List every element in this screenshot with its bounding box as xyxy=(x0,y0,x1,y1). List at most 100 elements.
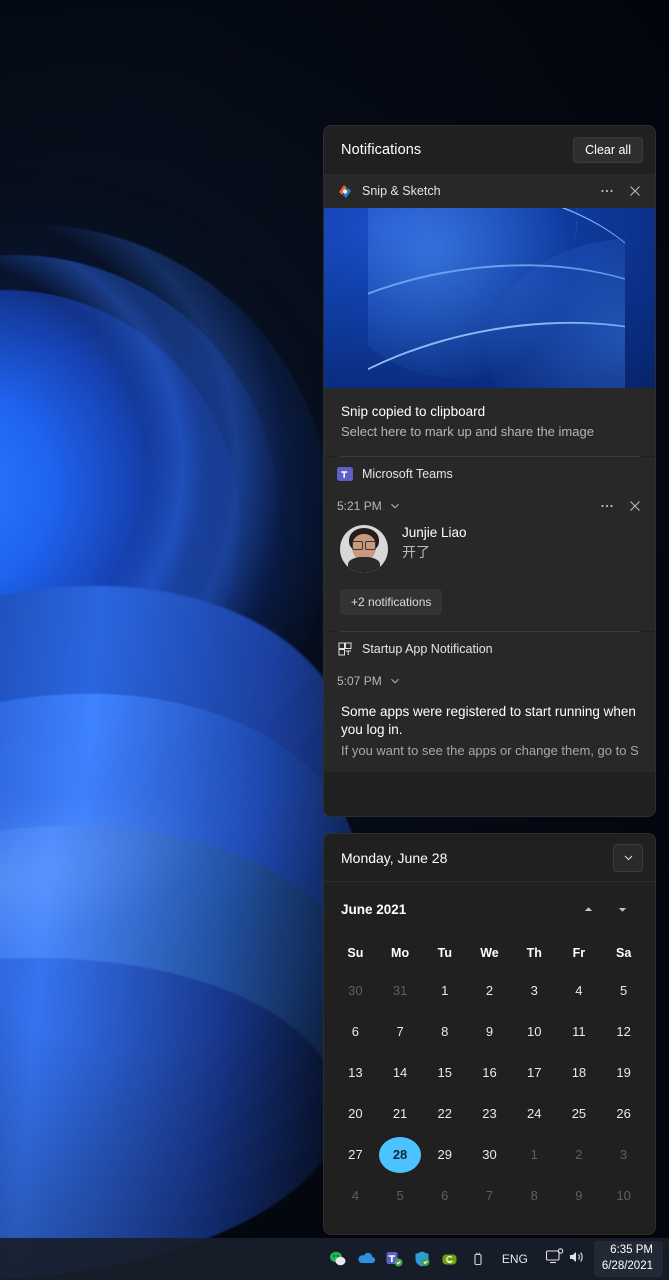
calendar-expand-button[interactable] xyxy=(613,843,643,872)
calendar-day[interactable]: 3 xyxy=(601,1134,646,1175)
clock-date: 6/28/2021 xyxy=(601,1260,653,1272)
notification-card-startup-app[interactable]: Startup App Notification 5:07 PM Some ap… xyxy=(324,632,655,772)
calendar-day-label: 2 xyxy=(575,1147,583,1162)
close-icon[interactable] xyxy=(621,178,649,204)
notification-center-flyout: Notifications Clear all Snip & Sketch Sn… xyxy=(323,125,656,1235)
calendar-day[interactable]: 1 xyxy=(512,1134,557,1175)
notifications-header: Notifications Clear all xyxy=(324,126,655,174)
calendar-day[interactable]: 6 xyxy=(422,1175,467,1216)
calendar-day[interactable]: 17 xyxy=(512,1052,557,1093)
calendar-day[interactable]: 21 xyxy=(378,1093,423,1134)
notification-app-name: Snip & Sketch xyxy=(362,184,441,198)
network-icon[interactable] xyxy=(545,1248,564,1270)
calendar-day[interactable]: 15 xyxy=(422,1052,467,1093)
notifications-scroll-area[interactable]: Snip & Sketch Snip copied to clipboard S… xyxy=(324,174,655,816)
caret-down-icon[interactable] xyxy=(605,894,639,924)
chevron-down-icon[interactable] xyxy=(389,500,401,512)
calendar-day[interactable]: 5 xyxy=(378,1175,423,1216)
more-notifications-button[interactable]: +2 notifications xyxy=(340,589,443,615)
calendar-day-label: 30 xyxy=(348,983,363,998)
calendar-day[interactable]: 4 xyxy=(333,1175,378,1216)
calendar-day[interactable]: 2 xyxy=(467,970,512,1011)
notification-subtitle: Select here to mark up and share the ima… xyxy=(341,424,594,439)
clock[interactable]: 6:35 PM 6/28/2021 xyxy=(593,1241,663,1277)
notification-card-snip-sketch[interactable]: Snip & Sketch Snip copied to clipboard S… xyxy=(324,174,655,456)
calendar-day-label: 19 xyxy=(616,1065,631,1080)
calendar-day[interactable]: 13 xyxy=(333,1052,378,1093)
calendar-day[interactable]: 24 xyxy=(512,1093,557,1134)
calendar-day[interactable]: 8 xyxy=(512,1175,557,1216)
calendar-day[interactable]: 9 xyxy=(557,1175,602,1216)
calendar-day[interactable]: 19 xyxy=(601,1052,646,1093)
calendar-day-label: 25 xyxy=(571,1106,587,1121)
calendar-day-label: 28 xyxy=(379,1136,422,1173)
clear-all-button[interactable]: Clear all xyxy=(573,137,643,163)
calendar-day[interactable]: 5 xyxy=(601,970,646,1011)
calendar-day[interactable]: 27 xyxy=(333,1134,378,1175)
startup-notification-body[interactable]: Some apps were registered to start runni… xyxy=(324,696,655,772)
calendar-day[interactable]: 12 xyxy=(601,1011,646,1052)
calendar-day-label: 29 xyxy=(437,1147,453,1162)
calendar-day-header: Th xyxy=(526,946,542,960)
calendar-day[interactable]: 7 xyxy=(378,1011,423,1052)
close-icon[interactable] xyxy=(621,493,649,519)
calendar-day[interactable]: 9 xyxy=(467,1011,512,1052)
calendar-day[interactable]: 25 xyxy=(557,1093,602,1134)
calendar-day[interactable]: 11 xyxy=(557,1011,602,1052)
calendar-day[interactable]: 14 xyxy=(378,1052,423,1093)
calendar-day[interactable]: 23 xyxy=(467,1093,512,1134)
calendar-day[interactable]: 8 xyxy=(422,1011,467,1052)
wechat-tray-icon[interactable] xyxy=(325,1242,351,1276)
calendar-week-row: 6 7 8 9 10 11 12 xyxy=(333,1011,646,1052)
usb-eject-tray-icon[interactable] xyxy=(465,1242,491,1276)
calendar-day-label: 5 xyxy=(396,1188,404,1203)
snip-preview-image[interactable] xyxy=(324,208,655,388)
snip-notification-body[interactable]: Snip copied to clipboard Select here to … xyxy=(324,388,655,456)
notifications-title: Notifications xyxy=(341,142,422,158)
notification-app-name: Startup App Notification xyxy=(362,642,493,656)
volume-icon[interactable] xyxy=(568,1249,586,1270)
calendar-week-row: 13 14 15 16 17 18 19 xyxy=(333,1052,646,1093)
calendar-day-label: 24 xyxy=(526,1106,542,1121)
calendar-day-label: 6 xyxy=(351,1024,359,1039)
calendar-day[interactable]: 31 xyxy=(378,970,423,1011)
network-volume-group[interactable] xyxy=(539,1242,592,1276)
notification-card-microsoft-teams[interactable]: Microsoft Teams 5:21 PM Junjie Liao 开了 +… xyxy=(324,457,655,631)
calendar-day-label: 4 xyxy=(575,983,583,998)
calendar-day[interactable]: 18 xyxy=(557,1052,602,1093)
calendar-day[interactable]: 1 xyxy=(422,970,467,1011)
calendar-day[interactable]: 30 xyxy=(333,970,378,1011)
calendar-day-header: Tu xyxy=(437,946,452,960)
teams-message[interactable]: Junjie Liao 开了 xyxy=(324,521,655,573)
calendar-day[interactable]: 29 xyxy=(422,1134,467,1175)
language-indicator[interactable]: ENG xyxy=(493,1242,537,1276)
onedrive-tray-icon[interactable] xyxy=(353,1242,379,1276)
calendar-day[interactable]: 16 xyxy=(467,1052,512,1093)
calendar-day-label: 13 xyxy=(348,1065,363,1080)
calendar-day[interactable]: 26 xyxy=(601,1093,646,1134)
ellipsis-icon[interactable] xyxy=(593,178,621,204)
chevron-down-icon[interactable] xyxy=(389,675,401,687)
calendar-month-label[interactable]: June 2021 xyxy=(341,902,571,917)
calendar-day[interactable]: 10 xyxy=(601,1175,646,1216)
calendar-day[interactable]: 10 xyxy=(512,1011,557,1052)
app-tray-icon[interactable] xyxy=(437,1242,463,1276)
calendar-month-row: June 2021 xyxy=(324,882,655,936)
microsoft-teams-tray-icon[interactable] xyxy=(381,1242,407,1276)
calendar-day[interactable]: 22 xyxy=(422,1093,467,1134)
calendar-day[interactable]: 2 xyxy=(557,1134,602,1175)
calendar-header[interactable]: Monday, June 28 xyxy=(324,834,655,882)
calendar-day[interactable]: 20 xyxy=(333,1093,378,1134)
calendar-day[interactable]: 4 xyxy=(557,970,602,1011)
calendar-day[interactable]: 30 xyxy=(467,1134,512,1175)
ellipsis-icon[interactable] xyxy=(593,493,621,519)
calendar-grid: Su Mo Tu We Th Fr Sa 30 31 1 2 3 4 5 6 7 8 9 10 11 12 13 14 15… xyxy=(324,936,655,1234)
notification-time: 5:07 PM xyxy=(337,674,382,688)
caret-up-icon[interactable] xyxy=(571,894,605,924)
calendar-day-selected[interactable]: 28 xyxy=(378,1134,423,1175)
calendar-day-label: 4 xyxy=(351,1188,359,1203)
windows-security-tray-icon[interactable] xyxy=(409,1242,435,1276)
calendar-day[interactable]: 3 xyxy=(512,970,557,1011)
calendar-day[interactable]: 7 xyxy=(467,1175,512,1216)
calendar-day[interactable]: 6 xyxy=(333,1011,378,1052)
